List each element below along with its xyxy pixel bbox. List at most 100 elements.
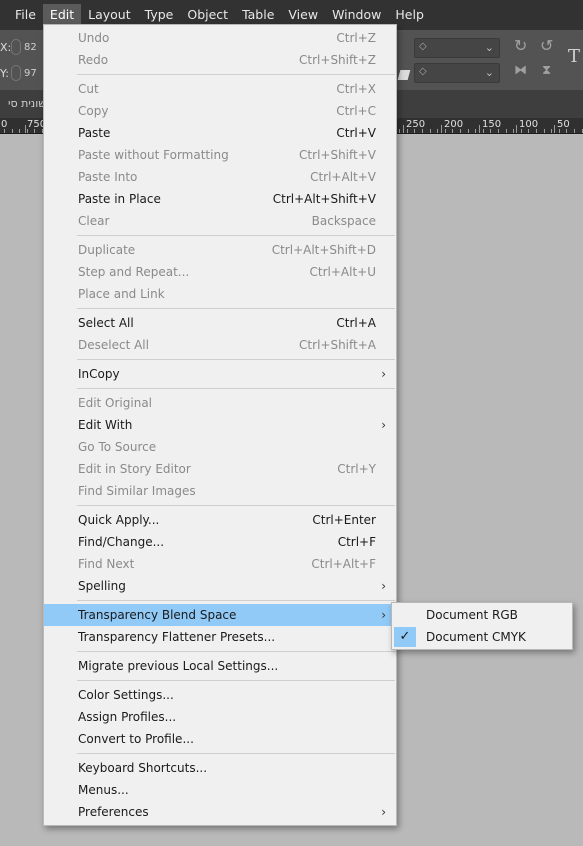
menu-item-label: Paste in Place bbox=[78, 192, 161, 206]
transparency-blend-space-submenu: Document RGB ✓ Document CMYK bbox=[391, 602, 573, 650]
menu-item-redo[interactable]: Redo Ctrl+Shift+Z bbox=[44, 49, 396, 71]
menu-item-label: Convert to Profile... bbox=[78, 732, 194, 746]
flip-vertical-icon[interactable]: ⧗ bbox=[542, 63, 551, 78]
menu-edit[interactable]: Edit bbox=[42, 4, 82, 26]
menu-item-find-similar-images[interactable]: Find Similar Images bbox=[44, 480, 396, 502]
rotate-ccw-icon[interactable]: ↺ bbox=[540, 36, 553, 55]
menu-item-go-to-source[interactable]: Go To Source bbox=[44, 436, 396, 458]
ruler-minor-tick bbox=[452, 129, 453, 133]
menu-item-migrate-previous-local-settings[interactable]: Migrate previous Local Settings... bbox=[44, 655, 396, 677]
menu-item-shortcut: Ctrl+X bbox=[336, 82, 376, 96]
menu-item-assign-profiles[interactable]: Assign Profiles... bbox=[44, 706, 396, 728]
chevron-right-icon: › bbox=[381, 805, 386, 819]
ruler-minor-tick bbox=[574, 129, 575, 133]
menu-item-preferences[interactable]: Preferences › bbox=[44, 801, 396, 823]
menu-item-spelling[interactable]: Spelling › bbox=[44, 575, 396, 597]
menu-item-clear[interactable]: Clear Backspace bbox=[44, 210, 396, 232]
chevron-down-icon[interactable]: ⌄ bbox=[485, 66, 494, 79]
stepper-icon[interactable]: ◇ bbox=[419, 41, 427, 52]
menu-object[interactable]: Object bbox=[180, 4, 235, 26]
menu-item-deselect-all[interactable]: Deselect All Ctrl+Shift+A bbox=[44, 334, 396, 356]
menu-item-label: Color Settings... bbox=[78, 688, 174, 702]
menu-item-color-settings[interactable]: Color Settings... bbox=[44, 684, 396, 706]
menu-item-duplicate[interactable]: Duplicate Ctrl+Alt+Shift+D bbox=[44, 239, 396, 261]
ruler-minor-tick bbox=[430, 129, 431, 133]
chevron-right-icon: › bbox=[381, 367, 386, 381]
menu-item-edit-in-story-editor[interactable]: Edit in Story Editor Ctrl+Y bbox=[44, 458, 396, 480]
menu-item-incopy[interactable]: InCopy › bbox=[44, 363, 396, 385]
menu-item-keyboard-shortcuts[interactable]: Keyboard Shortcuts... bbox=[44, 757, 396, 779]
menu-item-place-and-link[interactable]: Place and Link bbox=[44, 283, 396, 305]
menu-type[interactable]: Type bbox=[138, 4, 181, 26]
ruler-minor-tick bbox=[12, 129, 13, 133]
flip-horizontal-icon[interactable]: ⧓ bbox=[514, 63, 527, 78]
menu-item-label: Transparency Blend Space bbox=[78, 608, 237, 622]
ruler-minor-tick bbox=[468, 129, 469, 133]
menu-item-label: Transparency Flattener Presets... bbox=[78, 630, 276, 644]
stepper-icon[interactable]: ◇ bbox=[419, 66, 427, 77]
opacity-dropdown[interactable]: ◇ ⌄ bbox=[414, 63, 500, 83]
ruler-minor-tick bbox=[34, 129, 35, 133]
menu-item-label: Keyboard Shortcuts... bbox=[78, 761, 208, 775]
stroke-weight-dropdown[interactable]: ◇ ⌄ bbox=[414, 38, 500, 58]
text-frame-icon[interactable]: T bbox=[568, 46, 580, 67]
menu-item-shortcut: Ctrl+Enter bbox=[312, 513, 376, 527]
submenu-item-label: Document CMYK bbox=[426, 630, 526, 644]
menu-view[interactable]: View bbox=[281, 4, 325, 26]
menu-item-shortcut: Ctrl+Alt+U bbox=[309, 265, 377, 279]
menu-item-copy[interactable]: Copy Ctrl+C bbox=[44, 100, 396, 122]
ruler-minor-tick bbox=[414, 129, 415, 133]
x-value[interactable]: 82 bbox=[24, 42, 37, 53]
menu-window[interactable]: Window bbox=[325, 4, 388, 26]
menu-layout[interactable]: Layout bbox=[81, 4, 138, 26]
menu-item-edit-with[interactable]: Edit With › bbox=[44, 414, 396, 436]
menu-item-transparency-flattener-presets[interactable]: Transparency Flattener Presets... bbox=[44, 626, 396, 648]
menu-item-label: Paste Into bbox=[78, 170, 138, 184]
ruler-minor-tick bbox=[513, 129, 514, 133]
ruler-minor-tick bbox=[445, 129, 446, 133]
submenu-item-label: Document RGB bbox=[426, 608, 518, 622]
menu-item-step-and-repeat[interactable]: Step and Repeat... Ctrl+Alt+U bbox=[44, 261, 396, 283]
y-field-row[interactable]: Y: 97 bbox=[0, 60, 44, 86]
menu-item-undo[interactable]: Undo Ctrl+Z bbox=[44, 27, 396, 49]
ruler-minor-tick bbox=[4, 129, 5, 133]
menu-item-paste-without-formatting[interactable]: Paste without Formatting Ctrl+Shift+V bbox=[44, 144, 396, 166]
menu-item-edit-original[interactable]: Edit Original bbox=[44, 392, 396, 414]
menu-item-select-all[interactable]: Select All Ctrl+A bbox=[44, 312, 396, 334]
menu-separator bbox=[44, 677, 396, 684]
menu-item-quick-apply[interactable]: Quick Apply... Ctrl+Enter bbox=[44, 509, 396, 531]
menu-item-transparency-blend-space[interactable]: Transparency Blend Space › bbox=[44, 604, 396, 626]
panel-tab-label[interactable]: שונית סי bbox=[2, 97, 46, 110]
submenu-item-document-cmyk[interactable]: ✓ Document CMYK bbox=[392, 626, 572, 648]
menu-item-label: Find Next bbox=[78, 557, 135, 571]
x-spinner-icon[interactable] bbox=[11, 39, 21, 55]
menu-item-convert-to-profile[interactable]: Convert to Profile... bbox=[44, 728, 396, 750]
menu-item-find-change[interactable]: Find/Change... Ctrl+F bbox=[44, 531, 396, 553]
edit-menu-dropdown: Undo Ctrl+Z Redo Ctrl+Shift+Z Cut Ctrl+X Copy C… bbox=[43, 24, 397, 826]
menu-help[interactable]: Help bbox=[388, 4, 431, 26]
y-spinner-icon[interactable] bbox=[11, 65, 21, 81]
fill-swatch-icon[interactable] bbox=[397, 70, 411, 80]
menu-item-label: Select All bbox=[78, 316, 134, 330]
menu-item-paste-into[interactable]: Paste Into Ctrl+Alt+V bbox=[44, 166, 396, 188]
rotate-cw-icon[interactable]: ↻ bbox=[514, 36, 527, 55]
menu-file[interactable]: File bbox=[8, 4, 43, 26]
menu-item-menus[interactable]: Menus... bbox=[44, 779, 396, 801]
y-value[interactable]: 97 bbox=[24, 68, 37, 79]
ruler-minor-tick bbox=[544, 129, 545, 133]
chevron-down-icon[interactable]: ⌄ bbox=[485, 41, 494, 54]
menu-item-shortcut: Ctrl+V bbox=[336, 126, 376, 140]
ruler-tick bbox=[441, 125, 442, 133]
chevron-right-icon: › bbox=[381, 608, 386, 622]
submenu-item-document-rgb[interactable]: Document RGB bbox=[392, 604, 572, 626]
ruler-minor-tick bbox=[506, 129, 507, 133]
menu-item-find-next[interactable]: Find Next Ctrl+Alt+F bbox=[44, 553, 396, 575]
chevron-right-icon: › bbox=[381, 418, 386, 432]
menu-item-cut[interactable]: Cut Ctrl+X bbox=[44, 78, 396, 100]
menu-item-paste-in-place[interactable]: Paste in Place Ctrl+Alt+Shift+V bbox=[44, 188, 396, 210]
menu-table[interactable]: Table bbox=[235, 4, 281, 26]
menu-item-paste[interactable]: Paste Ctrl+V bbox=[44, 122, 396, 144]
ruler-minor-tick bbox=[460, 129, 461, 133]
x-field-row[interactable]: X: 82 bbox=[0, 34, 44, 60]
ruler-minor-tick bbox=[521, 129, 522, 133]
